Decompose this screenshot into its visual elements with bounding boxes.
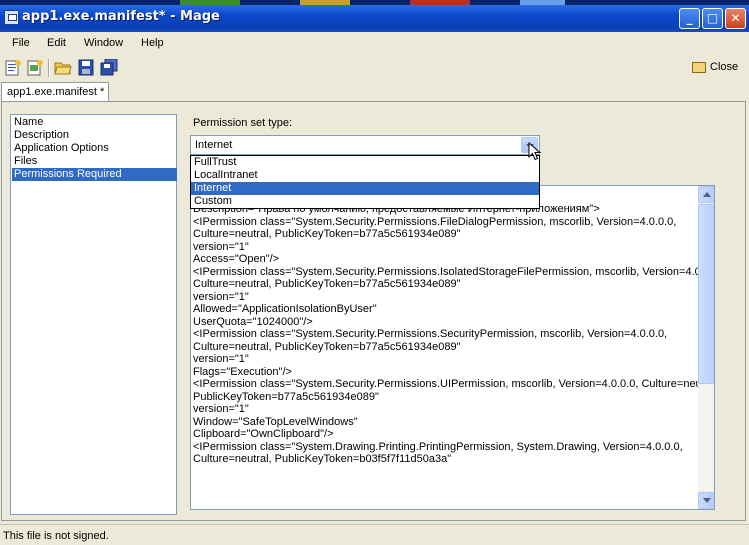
scroll-thumb[interactable] — [698, 204, 714, 384]
detail-line: Culture=neutral, PublicKeyToken=b03f5f7f… — [193, 453, 452, 465]
permission-set-dropdown[interactable]: FullTrust LocalIntranet Internet Custom — [190, 155, 540, 209]
tab-app1-manifest[interactable]: app1.exe.manifest * — [1, 82, 109, 102]
save-icon[interactable] — [77, 59, 95, 76]
nav-item-name[interactable]: Name — [12, 116, 177, 129]
detail-line: version="1" — [193, 240, 249, 253]
window-title: app1.exe.manifest* - Mage — [22, 9, 220, 24]
menu-file[interactable]: File — [12, 37, 30, 49]
detail-line: <IPermission class="System.Security.Perm… — [193, 215, 677, 228]
new-application-manifest-icon[interactable] — [4, 59, 22, 76]
detail-line: Clipboard="OwnClipboard"/> — [193, 428, 334, 440]
permission-set-value: Internet — [195, 139, 233, 151]
scroll-up-button[interactable] — [698, 186, 714, 203]
permission-set-combo[interactable]: Internet — [190, 135, 540, 155]
title-bar[interactable]: app1.exe.manifest* - Mage _ □ ✕ — [0, 5, 749, 32]
option-localintranet[interactable]: LocalIntranet — [191, 169, 539, 182]
detail-line: <IPermission class="System.Security.Perm… — [193, 378, 715, 390]
menu-edit[interactable]: Edit — [47, 37, 66, 49]
maximize-icon: □ — [706, 11, 719, 25]
scroll-down-button[interactable] — [698, 492, 714, 509]
status-text: This file is not signed. — [3, 530, 109, 542]
option-internet[interactable]: Internet — [191, 182, 539, 195]
nav-item-permissions-required[interactable]: Permissions Required — [12, 168, 177, 181]
detail-line: version="1" — [193, 403, 249, 415]
detail-line: Culture=neutral, PublicKeyToken=b77a5c56… — [193, 340, 461, 353]
vertical-scrollbar[interactable] — [698, 186, 714, 509]
detail-line: version="1" — [193, 290, 249, 303]
option-custom[interactable]: Custom — [191, 195, 539, 208]
nav-item-application-options[interactable]: Application Options — [12, 142, 177, 155]
detail-line: Access="Open"/> — [193, 253, 280, 265]
window-close-button[interactable]: ✕ — [725, 8, 746, 29]
nav-item-description[interactable]: Description — [12, 129, 177, 142]
detail-line: <IPermission class="System.Drawing.Print… — [193, 440, 683, 453]
minimize-icon: _ — [686, 11, 693, 25]
close-document-button[interactable]: Close — [692, 61, 742, 77]
menu-help[interactable]: Help — [141, 37, 164, 49]
tab-label: app1.exe.manifest * — [7, 86, 105, 98]
option-fulltrust[interactable]: FullTrust — [191, 156, 539, 169]
mouse-cursor-icon — [528, 142, 542, 161]
menu-bar: File Edit Window Help — [0, 32, 749, 54]
detail-line: PublicKeyToken=b77a5c561934e089" — [193, 390, 379, 403]
open-folder-icon[interactable] — [54, 59, 72, 76]
new-deployment-manifest-icon[interactable] — [26, 59, 44, 76]
toolbar-separator — [48, 59, 50, 77]
detail-line: <IPermission class="System.Security.Perm… — [193, 265, 715, 278]
minimize-button[interactable]: _ — [679, 8, 700, 29]
tab-strip: app1.exe.manifest * — [0, 82, 749, 102]
permission-set-label: Permission set type: — [193, 117, 293, 129]
close-label: Close — [710, 61, 739, 73]
nav-list[interactable]: Name Description Application Options Fil… — [10, 114, 177, 515]
detail-line: Culture=neutral, PublicKeyToken=b77a5c56… — [193, 228, 461, 240]
detail-line: Culture=neutral, PublicKeyToken=b77a5c56… — [193, 278, 461, 290]
detail-line: Window="SafeTopLevelWindows" — [193, 415, 358, 428]
toolbar: Close — [0, 55, 749, 82]
nav-item-files[interactable]: Files — [12, 155, 177, 168]
detail-line: UserQuota="1024000"/> — [193, 315, 313, 328]
close-icon: ✕ — [730, 11, 741, 25]
app-icon[interactable] — [4, 10, 19, 25]
permission-details-text: version="1"Name="Internet"Description="П… — [193, 186, 715, 466]
detail-line: <IPermission class="System.Security.Perm… — [193, 328, 668, 340]
menu-window[interactable]: Window — [84, 37, 123, 49]
maximize-button[interactable]: □ — [702, 8, 723, 29]
save-all-icon[interactable] — [100, 59, 118, 76]
status-bar: This file is not signed. — [0, 524, 749, 545]
detail-line: version="1" — [193, 353, 249, 365]
detail-line: Flags="Execution"/> — [193, 365, 292, 378]
detail-line: Allowed="ApplicationIsolationByUser" — [193, 303, 377, 315]
permission-details-textbox[interactable]: version="1"Name="Internet"Description="П… — [190, 185, 715, 510]
folder-close-icon — [692, 62, 706, 73]
